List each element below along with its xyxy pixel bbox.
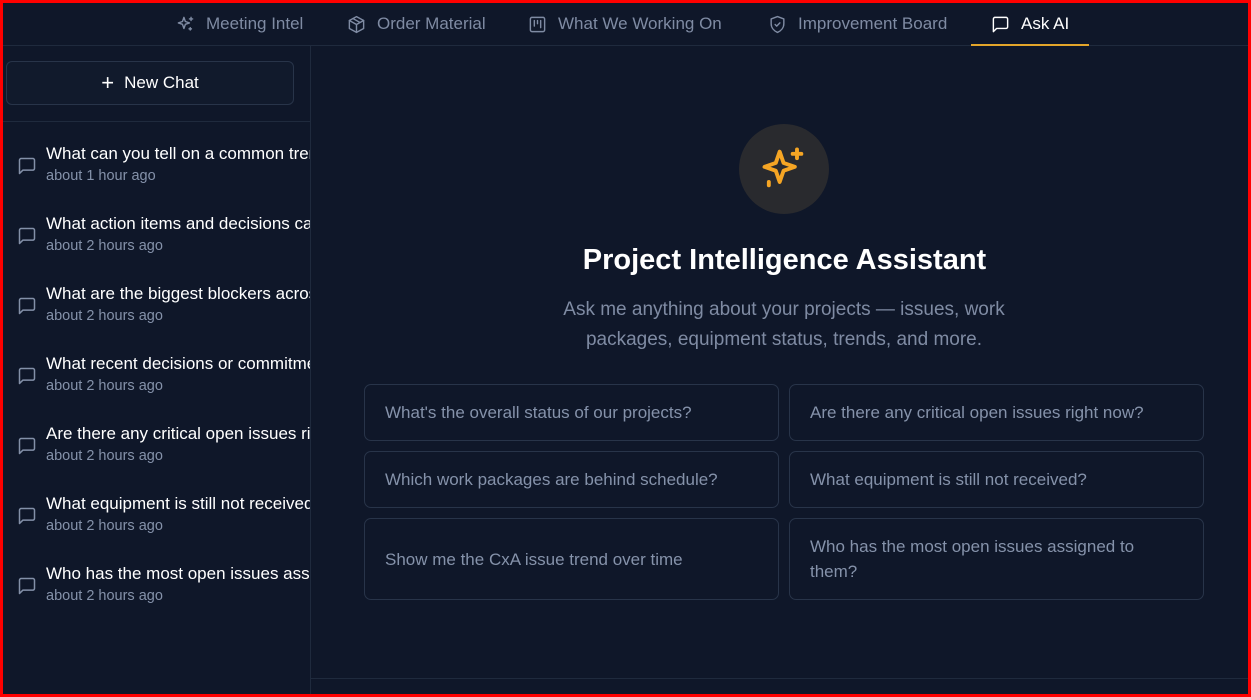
chat-history-title: What are the biggest blockers across bbox=[46, 284, 310, 303]
tab-improvement-board[interactable]: Improvement Board bbox=[768, 3, 947, 45]
message-square-icon bbox=[17, 296, 37, 316]
shield-check-icon bbox=[770, 15, 785, 33]
message-square-icon bbox=[17, 226, 37, 246]
tab-label: Meeting Intel bbox=[206, 14, 304, 33]
chat-main-panel: Project Intelligence Assistant Ask me an… bbox=[311, 46, 1248, 694]
chat-history-time: about 2 hours ago bbox=[46, 238, 163, 254]
message-square-icon bbox=[992, 16, 1009, 32]
chat-history-title: What can you tell on a common trend bbox=[46, 144, 310, 163]
tab-order-material[interactable]: Order Material bbox=[347, 3, 486, 45]
chat-history-item[interactable]: What can you tell on a common trend abou… bbox=[3, 134, 310, 204]
sidebar-divider bbox=[3, 121, 310, 122]
chat-sidebar: + New Chat What can you tell on a common… bbox=[3, 46, 311, 694]
chat-history-item[interactable]: What equipment is still not received? ab… bbox=[3, 484, 310, 554]
chat-history-list: What can you tell on a common trend abou… bbox=[3, 134, 310, 624]
message-square-icon bbox=[17, 576, 37, 596]
tab-label: What We Working On bbox=[558, 14, 722, 33]
chat-history-item[interactable]: What action items and decisions came abo… bbox=[3, 204, 310, 274]
tab-label: Order Material bbox=[377, 14, 486, 33]
chat-history-title: What equipment is still not received? bbox=[46, 494, 310, 513]
sparkles-icon bbox=[762, 147, 804, 188]
page-subtitle: Ask me anything about your projects — is… bbox=[563, 299, 1005, 350]
package-icon bbox=[348, 15, 365, 33]
message-square-icon bbox=[17, 366, 37, 386]
chat-history-item[interactable]: What recent decisions or commitments abo… bbox=[3, 344, 310, 414]
page-title: Project Intelligence Assistant bbox=[582, 244, 987, 276]
chat-history-title: Are there any critical open issues right… bbox=[46, 424, 310, 443]
chat-history-time: about 2 hours ago bbox=[46, 308, 163, 324]
chat-history-item[interactable]: Who has the most open issues assigned to… bbox=[3, 554, 310, 624]
top-navigation: Meeting Intel Order Material What We Wor… bbox=[3, 3, 1248, 46]
suggestion-card[interactable]: Show me the CxA issue trend over time bbox=[364, 518, 779, 600]
message-square-icon bbox=[17, 506, 37, 526]
tab-label: Improvement Board bbox=[798, 14, 948, 33]
assistant-badge bbox=[739, 124, 829, 214]
new-chat-label: New Chat bbox=[124, 73, 199, 92]
kanban-icon bbox=[529, 16, 546, 32]
chat-history-time: about 2 hours ago bbox=[46, 378, 163, 394]
new-chat-button[interactable]: + New Chat bbox=[6, 61, 294, 105]
chat-history-item[interactable]: Are there any critical open issues right… bbox=[3, 414, 310, 484]
chat-history-item[interactable]: What are the biggest blockers across abo… bbox=[3, 274, 310, 344]
message-square-icon bbox=[17, 436, 37, 456]
tab-what-we-working-on[interactable]: What We Working On bbox=[528, 3, 722, 45]
tab-label: Ask AI bbox=[1021, 14, 1070, 33]
suggestion-card[interactable]: Are there any critical open issues right… bbox=[789, 384, 1204, 441]
tab-ask-ai[interactable]: Ask AI bbox=[970, 3, 1090, 46]
chat-history-title: Who has the most open issues assigned to… bbox=[46, 564, 310, 583]
suggestion-card[interactable]: Which work packages are behind schedule? bbox=[364, 451, 779, 508]
chat-history-time: about 2 hours ago bbox=[46, 518, 163, 534]
sparkles-icon bbox=[177, 16, 194, 31]
suggestion-card[interactable]: What's the overall status of our project… bbox=[364, 384, 779, 441]
chat-history-title: What action items and decisions came bbox=[46, 214, 310, 233]
plus-icon: + bbox=[101, 70, 115, 95]
input-area-divider bbox=[311, 678, 1248, 679]
tab-meeting-intel[interactable]: Meeting Intel bbox=[176, 3, 303, 45]
suggestion-card[interactable]: What equipment is still not received? bbox=[789, 451, 1204, 508]
chat-history-time: about 2 hours ago bbox=[46, 448, 163, 464]
chat-history-time: about 1 hour ago bbox=[46, 168, 156, 184]
chat-history-time: about 2 hours ago bbox=[46, 588, 163, 604]
chat-history-title: What recent decisions or commitments bbox=[46, 354, 310, 373]
message-square-icon bbox=[17, 156, 37, 176]
suggestion-card[interactable]: Who has the most open issues assigned to… bbox=[789, 518, 1204, 600]
